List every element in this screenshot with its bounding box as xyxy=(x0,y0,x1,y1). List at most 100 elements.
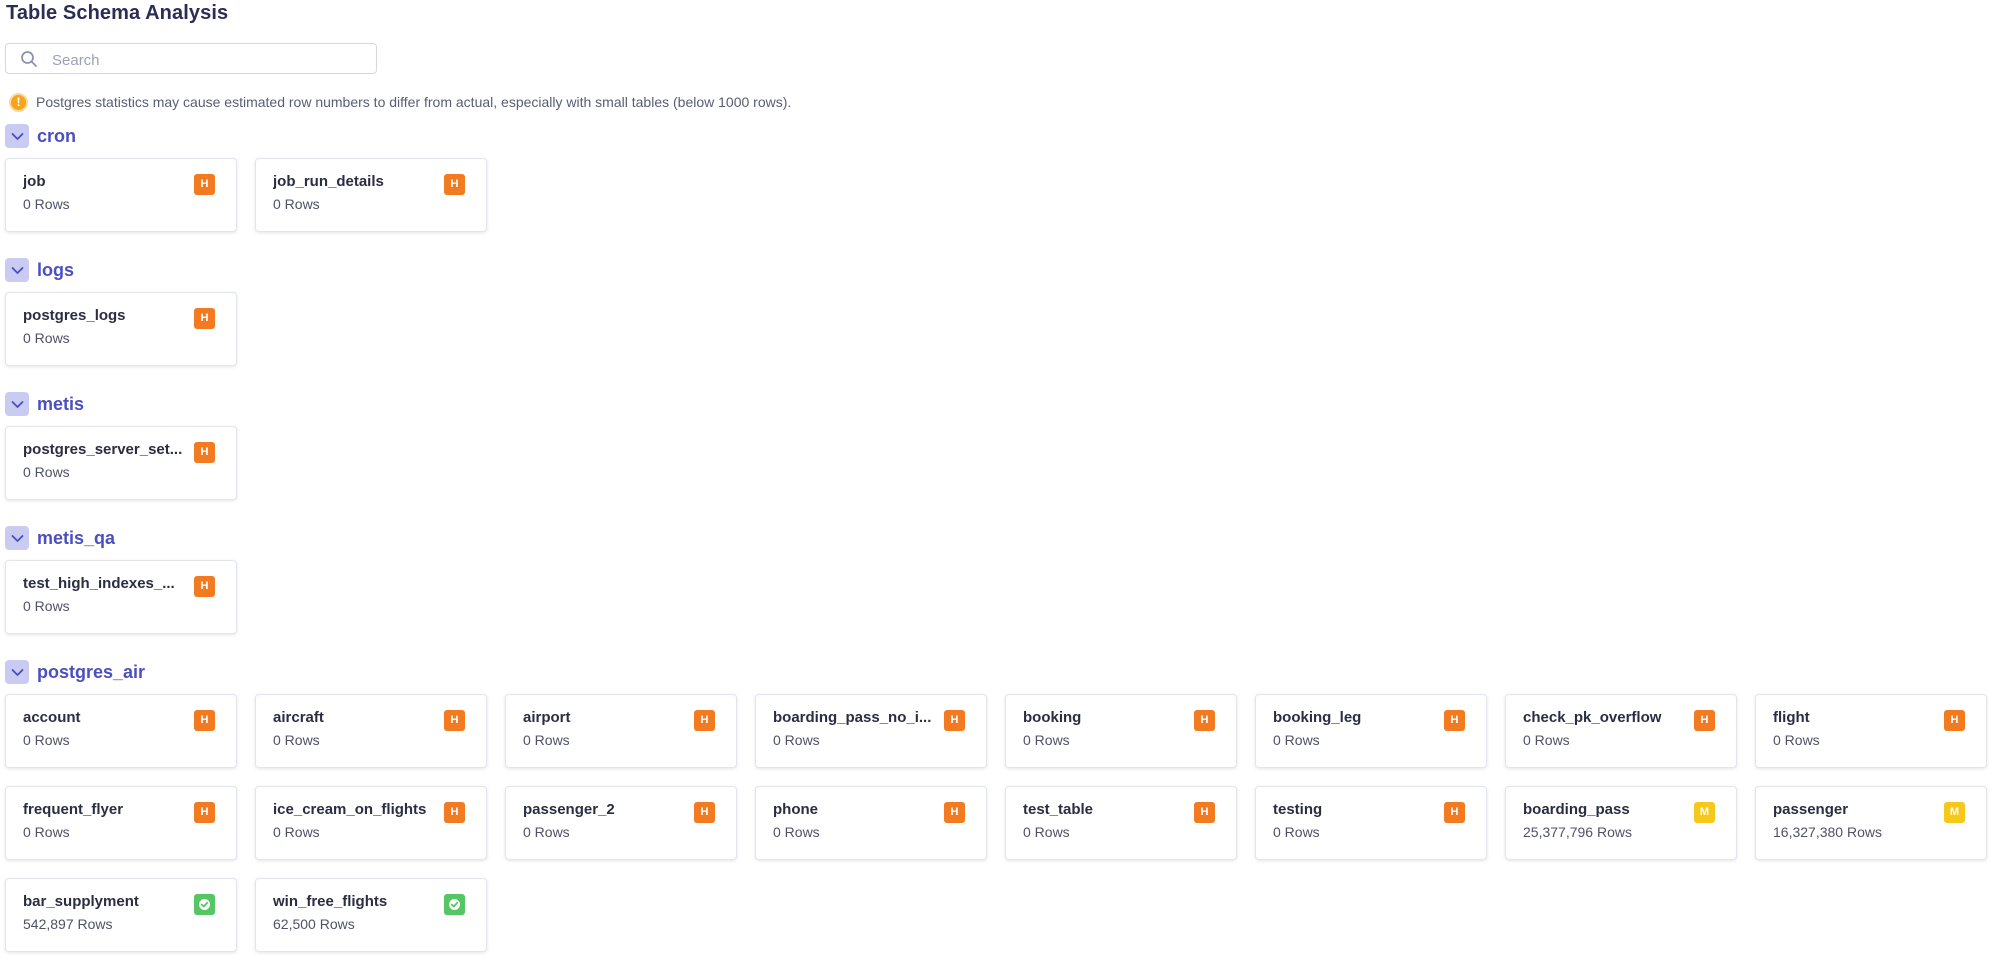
table-card[interactable]: win_free_flights 62,500 Rows xyxy=(255,878,487,952)
check-icon xyxy=(194,894,215,915)
table-card[interactable]: booking_leg 0 Rows H xyxy=(1255,694,1487,768)
severity-badge: M xyxy=(1944,802,1965,823)
chevron-down-icon[interactable] xyxy=(5,526,29,550)
severity-badge: H xyxy=(1694,710,1715,731)
table-card[interactable]: flight 0 Rows H xyxy=(1755,694,1987,768)
page-title: Table Schema Analysis xyxy=(6,2,229,24)
table-card[interactable]: booking 0 Rows H xyxy=(1005,694,1237,768)
schema-header-logs[interactable]: logs xyxy=(5,258,74,282)
row-count: 0 Rows xyxy=(273,824,320,840)
table-card[interactable]: postgres_server_set... 0 Rows H xyxy=(5,426,237,500)
severity-badge: H xyxy=(194,174,215,195)
row-count: 0 Rows xyxy=(23,732,70,748)
severity-badge: H xyxy=(194,576,215,597)
schema-header-postgres_air[interactable]: postgres_air xyxy=(5,660,145,684)
check-icon xyxy=(444,894,465,915)
schema-header-cron[interactable]: cron xyxy=(5,124,76,148)
table-card[interactable]: passenger_2 0 Rows H xyxy=(505,786,737,860)
severity-badge: H xyxy=(694,710,715,731)
row-count: 0 Rows xyxy=(1773,732,1820,748)
row-count: 542,897 Rows xyxy=(23,916,113,932)
severity-badge: H xyxy=(444,802,465,823)
severity-badge: H xyxy=(1194,710,1215,731)
exclamation-circle-icon: ! xyxy=(9,92,28,112)
table-name: test_high_indexes_... xyxy=(23,575,175,592)
table-name: account xyxy=(23,709,81,726)
table-name: flight xyxy=(1773,709,1810,726)
table-card[interactable]: phone 0 Rows H xyxy=(755,786,987,860)
table-card[interactable]: frequent_flyer 0 Rows H xyxy=(5,786,237,860)
schema-header-metis_qa[interactable]: metis_qa xyxy=(5,526,115,550)
chevron-down-icon[interactable] xyxy=(5,392,29,416)
row-count: 0 Rows xyxy=(773,824,820,840)
table-name: bar_supplyment xyxy=(23,893,139,910)
table-card[interactable]: test_table 0 Rows H xyxy=(1005,786,1237,860)
table-card[interactable]: passenger 16,327,380 Rows M xyxy=(1755,786,1987,860)
severity-badge: H xyxy=(194,710,215,731)
table-name: phone xyxy=(773,801,818,818)
table-name: test_table xyxy=(1023,801,1094,818)
table-name: postgres_server_set... xyxy=(23,441,183,458)
schema-name: postgres_air xyxy=(37,661,146,682)
severity-badge: H xyxy=(194,308,215,329)
table-card[interactable]: boarding_pass 25,377,796 Rows M xyxy=(1505,786,1737,860)
severity-badge: H xyxy=(1194,802,1215,823)
table-name: airport xyxy=(523,709,571,726)
row-count: 62,500 Rows xyxy=(273,916,355,932)
schema-name: logs xyxy=(37,259,75,280)
row-count: 16,327,380 Rows xyxy=(1773,824,1882,840)
table-name: frequent_flyer xyxy=(23,801,124,818)
severity-badge: H xyxy=(444,710,465,731)
schema-header-metis[interactable]: metis xyxy=(5,392,84,416)
table-card[interactable]: job_run_details 0 Rows H xyxy=(255,158,487,232)
severity-badge: M xyxy=(1694,802,1715,823)
chevron-down-icon[interactable] xyxy=(5,258,29,282)
table-name: testing xyxy=(1273,801,1323,818)
table-name: check_pk_overflow xyxy=(1523,709,1662,726)
schema-name: metis xyxy=(37,393,85,414)
table-name: win_free_flights xyxy=(273,893,388,910)
row-count: 0 Rows xyxy=(1273,824,1320,840)
table-name: job xyxy=(23,173,46,190)
row-count: 0 Rows xyxy=(1523,732,1570,748)
row-count: 0 Rows xyxy=(273,196,320,212)
table-card[interactable]: bar_supplyment 542,897 Rows xyxy=(5,878,237,952)
search-box[interactable] xyxy=(5,43,377,74)
row-count: 0 Rows xyxy=(1023,824,1070,840)
table-card[interactable]: test_high_indexes_... 0 Rows H xyxy=(5,560,237,634)
table-name: booking xyxy=(1023,709,1082,726)
chevron-down-icon[interactable] xyxy=(5,660,29,684)
severity-badge: H xyxy=(444,174,465,195)
table-name: ice_cream_on_flights xyxy=(273,801,427,818)
table-name: boarding_pass xyxy=(1523,801,1630,818)
severity-badge: H xyxy=(194,802,215,823)
row-count: 0 Rows xyxy=(1273,732,1320,748)
table-name: job_run_details xyxy=(273,173,384,190)
severity-badge: H xyxy=(1444,802,1465,823)
row-count: 0 Rows xyxy=(273,732,320,748)
table-card[interactable]: aircraft 0 Rows H xyxy=(255,694,487,768)
table-card[interactable]: airport 0 Rows H xyxy=(505,694,737,768)
severity-badge: H xyxy=(194,442,215,463)
row-count: 25,377,796 Rows xyxy=(1523,824,1632,840)
table-card[interactable]: account 0 Rows H xyxy=(5,694,237,768)
schema-name: metis_qa xyxy=(37,527,116,548)
notice-text: Postgres statistics may cause estimated … xyxy=(36,94,792,110)
table-card[interactable]: ice_cream_on_flights 0 Rows H xyxy=(255,786,487,860)
table-card[interactable]: boarding_pass_no_i... 0 Rows H xyxy=(755,694,987,768)
table-schema-analysis-page: Table Schema Analysis ! Postgres statist… xyxy=(0,0,2000,961)
row-count: 0 Rows xyxy=(523,824,570,840)
table-card[interactable]: testing 0 Rows H xyxy=(1255,786,1487,860)
row-count: 0 Rows xyxy=(23,464,70,480)
table-card[interactable]: check_pk_overflow 0 Rows H xyxy=(1505,694,1737,768)
table-name: postgres_logs xyxy=(23,307,126,324)
severity-badge: H xyxy=(1444,710,1465,731)
row-count: 0 Rows xyxy=(523,732,570,748)
table-card[interactable]: postgres_logs 0 Rows H xyxy=(5,292,237,366)
row-count: 0 Rows xyxy=(23,330,70,346)
table-card[interactable]: job 0 Rows H xyxy=(5,158,237,232)
table-name: passenger_2 xyxy=(523,801,615,818)
severity-badge: H xyxy=(944,710,965,731)
search-input[interactable] xyxy=(50,48,364,72)
chevron-down-icon[interactable] xyxy=(5,124,29,148)
